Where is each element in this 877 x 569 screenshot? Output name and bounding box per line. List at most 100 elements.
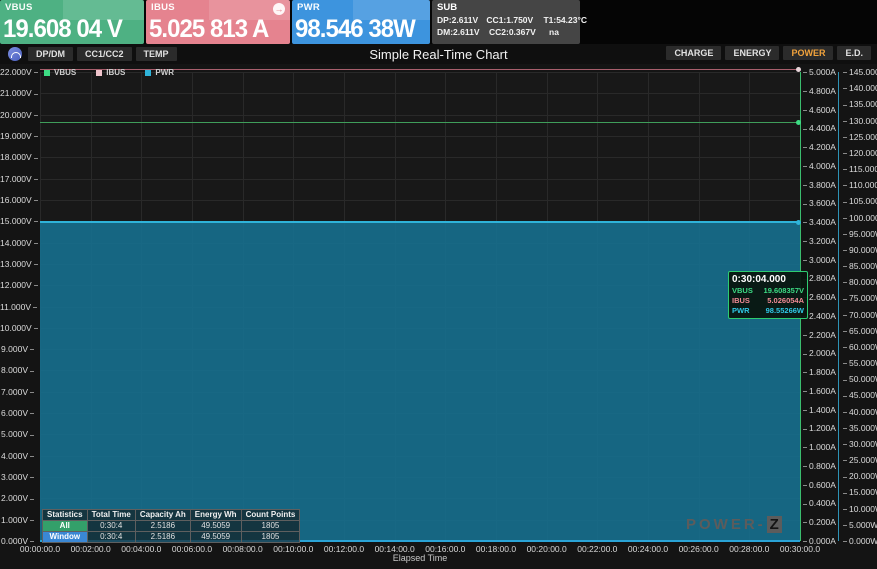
power-z-app-window: VBUS 19.608 04 V IBUS → 5.025 813 A PWR … bbox=[0, 0, 877, 569]
statistics-header-energy-wh: Energy Wh bbox=[190, 510, 241, 521]
current-axis-tick-label: 1.400A bbox=[803, 405, 836, 415]
current-axis-tick-label: 3.600A bbox=[803, 198, 836, 208]
legend-label-ibus: IBUS bbox=[106, 68, 125, 77]
statistics-rowname-all[interactable]: All bbox=[43, 521, 88, 532]
toolbar: DP/DMCC1/CC2TEMP Simple Real-Time Chart … bbox=[0, 44, 877, 64]
sub-meter-label: SUB bbox=[437, 2, 457, 13]
statistics-rowname-window[interactable]: Window bbox=[43, 532, 88, 543]
voltage-axis-tick-label: 20.000V bbox=[0, 110, 34, 120]
statistics-cell: 0:30:4 bbox=[87, 521, 135, 532]
toolbar-left-tabs: DP/DM CC1/CC2 TEMP bbox=[28, 47, 177, 61]
sub-meter[interactable]: SUB DP:2.611V CC1:1.750V T1:54.23°C DM:2… bbox=[432, 0, 580, 44]
statistics-table: StatisticsTotal TimeCapacity AhEnergy Wh… bbox=[42, 509, 300, 543]
power-axis-tick-label: 75.000W bbox=[843, 293, 877, 303]
gridline-horizontal bbox=[40, 136, 800, 137]
current-axis-tick-label: 5.000A bbox=[803, 67, 836, 77]
power-axis-tick-label: 50.000W bbox=[843, 374, 877, 384]
toolbar-tab-e-d[interactable]: E.D. bbox=[837, 46, 871, 60]
toolbar-tab-charge[interactable]: CHARGE bbox=[666, 46, 721, 60]
toolbar-tab-power[interactable]: POWER bbox=[783, 46, 833, 60]
legend-swatch-pwr bbox=[145, 70, 151, 76]
legend-item-pwr[interactable]: PWR bbox=[145, 68, 174, 77]
voltage-axis-tick-label: 5.000V bbox=[0, 429, 34, 439]
current-axis-tick-label: 0.400A bbox=[803, 498, 836, 508]
voltage-axis-tick-label: 8.000V bbox=[0, 365, 34, 375]
tooltip-time: 0:30:04.000 bbox=[729, 272, 807, 286]
power-axis-tick-label: 0.000W bbox=[843, 536, 877, 546]
ibus-meter-label: IBUS bbox=[151, 2, 175, 13]
series-line-pwr bbox=[40, 221, 800, 223]
tooltip-row-vbus: VBUS 19.608357V bbox=[729, 286, 807, 296]
cc2-voltage: CC2:0.367V bbox=[489, 27, 549, 37]
power-axis-tick-label: 115.000W bbox=[843, 164, 877, 174]
voltage-axis-tick-label: 22.000V bbox=[0, 67, 34, 77]
legend-item-ibus[interactable]: IBUS bbox=[96, 68, 125, 77]
power-axis-tick-label: 65.000W bbox=[843, 326, 877, 336]
gridline-horizontal bbox=[40, 200, 800, 201]
voltage-axis-tick-label: 17.000V bbox=[0, 174, 34, 184]
power-axis-tick-label: 40.000W bbox=[843, 407, 877, 417]
voltage-axis-tick-label: 4.000V bbox=[0, 451, 34, 461]
gridline-horizontal bbox=[40, 157, 800, 158]
voltage-axis-tick-label: 7.000V bbox=[0, 387, 34, 397]
power-axis-tick-label: 55.000W bbox=[843, 358, 877, 368]
tooltip-pwr-name: PWR bbox=[732, 306, 750, 316]
time-axis-tick-label: 00:30:00.0 bbox=[770, 544, 830, 554]
power-axis-tick-label: 45.000W bbox=[843, 390, 877, 400]
app-logo-icon[interactable] bbox=[8, 47, 22, 61]
toolbar-tab-temp[interactable]: TEMP bbox=[136, 47, 177, 61]
voltage-axis-tick-label: 16.000V bbox=[0, 195, 34, 205]
ibus-meter[interactable]: IBUS → 5.025 813 A bbox=[146, 0, 290, 44]
current-axis-tick-label: 0.600A bbox=[803, 480, 836, 490]
voltage-axis-tick-label: 6.000V bbox=[0, 408, 34, 418]
voltage-axis-tick-label: 9.000V bbox=[0, 344, 34, 354]
dp-voltage: DP:2.611V bbox=[437, 15, 486, 25]
statistics-cell: 49.5059 bbox=[190, 521, 241, 532]
current-axis-tick-label: 4.200A bbox=[803, 142, 836, 152]
power-axis-tick-label: 135.000W bbox=[843, 99, 877, 109]
sub-row-2: DM:2.611V CC2:0.367V na bbox=[437, 27, 587, 37]
voltage-axis-tick-label: 1.000V bbox=[0, 515, 34, 525]
tooltip-row-ibus: IBUS 5.026054A bbox=[729, 296, 807, 306]
power-axis-tick-label: 10.000W bbox=[843, 504, 877, 514]
tooltip-pwr-value: 98.55266W bbox=[766, 306, 804, 316]
current-axis-tick-label: 1.000A bbox=[803, 442, 836, 452]
toolbar-tab-dp-dm[interactable]: DP/DM bbox=[28, 47, 73, 61]
power-axis-tick-label: 145.000W bbox=[843, 67, 877, 77]
legend-item-vbus[interactable]: VBUS bbox=[44, 68, 76, 77]
power-axis-tick-label: 20.000W bbox=[843, 471, 877, 481]
chart-legend: VBUS IBUS PWR bbox=[44, 68, 174, 77]
realtime-chart[interactable]: VBUSIBUSPWR 0:30:04.000 VBUS 19.608357V … bbox=[0, 64, 877, 569]
voltage-axis-tick-label: 21.000V bbox=[0, 88, 34, 98]
statistics-cell: 2.5186 bbox=[135, 532, 190, 543]
pwr-meter[interactable]: PWR 98.546 38W bbox=[292, 0, 430, 44]
vbus-meter-label: VBUS bbox=[5, 2, 33, 13]
current-axis-tick-label: 0.800A bbox=[803, 461, 836, 471]
current-axis-tick-label: 4.400A bbox=[803, 123, 836, 133]
statistics-cell: 0:30:4 bbox=[87, 532, 135, 543]
tooltip-ibus-name: IBUS bbox=[732, 296, 750, 306]
current-axis-tick-label: 3.400A bbox=[803, 217, 836, 227]
current-axis-tick-label: 2.000A bbox=[803, 348, 836, 358]
power-axis-tick-label: 100.000W bbox=[843, 213, 877, 223]
voltage-axis-tick-label: 19.000V bbox=[0, 131, 34, 141]
legend-label-vbus: VBUS bbox=[54, 68, 76, 77]
vbus-meter[interactable]: VBUS 19.608 04 V bbox=[0, 0, 144, 44]
legend-swatch-vbus bbox=[44, 70, 50, 76]
statistics-header-statistics: Statistics bbox=[43, 510, 88, 521]
power-axis-tick-label: 120.000W bbox=[843, 148, 877, 158]
statistics-cell: 49.5059 bbox=[190, 532, 241, 543]
tooltip-vbus-name: VBUS bbox=[732, 286, 753, 296]
current-axis-tick-label: 4.800A bbox=[803, 86, 836, 96]
current-axis-tick-label: 2.200A bbox=[803, 330, 836, 340]
toolbar-tab-cc1-cc2[interactable]: CC1/CC2 bbox=[77, 47, 132, 61]
voltage-axis-tick-label: 2.000V bbox=[0, 493, 34, 503]
statistics-header-capacity-ah: Capacity Ah bbox=[135, 510, 190, 521]
cc1-voltage: CC1:1.750V bbox=[486, 15, 543, 25]
tooltip-ibus-value: 5.026054A bbox=[767, 296, 804, 306]
power-axis-tick-label: 125.000W bbox=[843, 132, 877, 142]
current-direction-arrow-icon[interactable]: → bbox=[273, 3, 285, 15]
toolbar-tab-energy[interactable]: ENERGY bbox=[725, 46, 779, 60]
statistics-header-total-time: Total Time bbox=[87, 510, 135, 521]
t1-temperature: T1:54.23°C bbox=[543, 15, 587, 25]
